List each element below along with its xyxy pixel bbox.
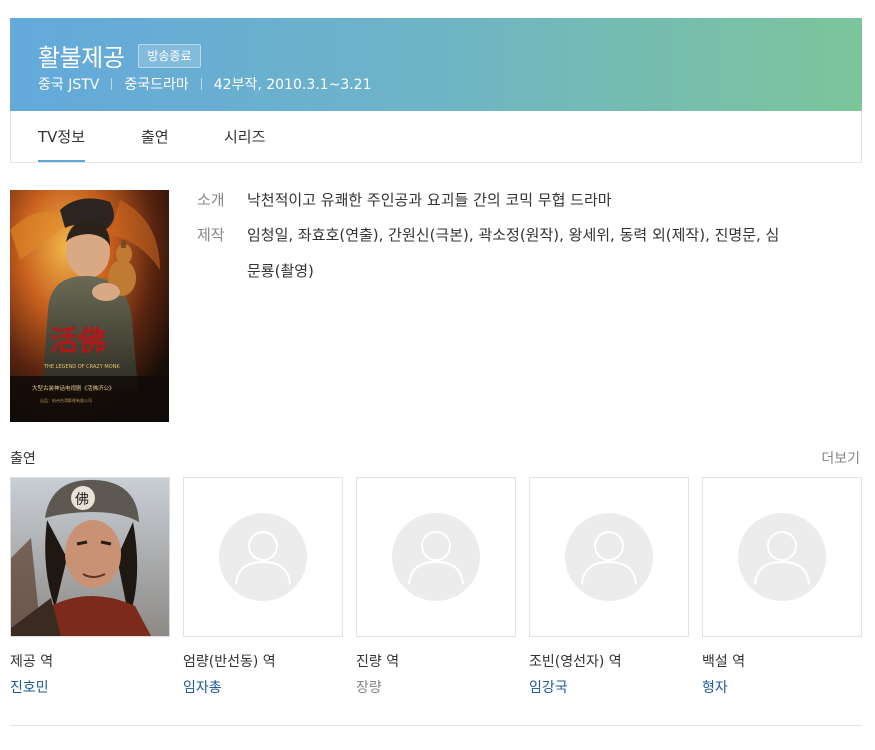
status-badge: 방송종료 xyxy=(138,43,201,68)
intro-value: 낙천적이고 유쾌한 주인공과 요괴들 간의 코믹 무협 드라마 xyxy=(247,191,612,209)
more-link[interactable]: 더보기 xyxy=(821,448,860,468)
genre-text: 중국드라마 xyxy=(124,77,189,93)
svg-text:出品：杭州台湾影视有限公司: 出品：杭州台湾影视有限公司 xyxy=(40,397,92,403)
cast-role: 엄량(반선동) 역 xyxy=(183,654,276,670)
actor-photo-placeholder[interactable] xyxy=(529,477,689,637)
cast-card[interactable]: 조빈(영선자) 역 임강국 xyxy=(529,477,689,697)
actor-photo-placeholder[interactable] xyxy=(702,477,862,637)
cast-role: 백설 역 xyxy=(702,654,746,670)
cast-card[interactable]: 엄량(반선동) 역 임자총 xyxy=(183,477,343,697)
default-profile-icon xyxy=(392,513,480,601)
tab-series[interactable]: 시리즈 xyxy=(224,111,265,162)
cast-role: 제공 역 xyxy=(10,654,54,670)
channel-text: 중국 JSTV xyxy=(38,77,100,93)
divider xyxy=(200,78,202,90)
cast-section-title: 출연 xyxy=(10,451,36,467)
svg-text:活佛: 活佛 xyxy=(50,324,106,357)
cast-role: 조빈(영선자) 역 xyxy=(529,654,622,670)
actor-name-link[interactable]: 진호민 xyxy=(10,677,170,697)
tab-tv-info[interactable]: TV정보 xyxy=(38,111,86,162)
cast-card[interactable]: 진량 역 장량 xyxy=(356,477,516,697)
actor-name-link[interactable]: 임자총 xyxy=(183,677,343,697)
actor-photo-image: 佛 xyxy=(11,478,169,636)
program-info: 소개 낙천적이고 유쾌한 주인공과 요괴들 간의 코믹 무협 드라마 제작 임청… xyxy=(197,188,797,300)
actor-photo[interactable]: 佛 xyxy=(10,477,170,637)
intro-row: 소개 낙천적이고 유쾌한 주인공과 요괴들 간의 코믹 무협 드라마 xyxy=(197,188,797,212)
production-label: 제작 xyxy=(197,226,225,244)
program-title: 활불제공 xyxy=(38,44,125,72)
program-poster[interactable]: 活佛 THE LEGEND OF CRAZY MONK 大型古装神话电视剧《活佛… xyxy=(10,190,169,422)
production-value: 임청일, 좌효호(연출), 간원신(극본), 곽소정(원작), 왕세위, 동력 … xyxy=(247,226,780,280)
section-divider xyxy=(10,725,862,726)
cast-role: 진량 역 xyxy=(356,654,400,670)
program-meta: 중국 JSTV 중국드라마 42부작, 2010.3.1~3.21 xyxy=(38,74,372,94)
actor-photo-placeholder[interactable] xyxy=(356,477,516,637)
actor-name: 장량 xyxy=(356,680,382,696)
divider xyxy=(111,78,113,90)
cast-card[interactable]: 백설 역 형자 xyxy=(702,477,862,697)
cast-section-header: 출연 더보기 xyxy=(10,448,862,468)
default-profile-icon xyxy=(738,513,826,601)
svg-text:THE LEGEND OF CRAZY MONK: THE LEGEND OF CRAZY MONK xyxy=(43,364,120,370)
program-header: 활불제공 방송종료 중국 JSTV 중국드라마 42부작, 2010.3.1~3… xyxy=(10,18,862,111)
default-profile-icon xyxy=(565,513,653,601)
production-row: 제작 임청일, 좌효호(연출), 간원신(극본), 곽소정(원작), 왕세위, … xyxy=(197,223,797,289)
title-row: 활불제공 방송종료 xyxy=(38,38,201,73)
episodes-text: 42부작, 2010.3.1~3.21 xyxy=(213,77,372,93)
svg-text:佛: 佛 xyxy=(75,492,89,508)
default-profile-icon xyxy=(219,513,307,601)
tab-bar: TV정보 출연 시리즈 xyxy=(10,111,862,163)
intro-label: 소개 xyxy=(197,191,225,209)
actor-photo-placeholder[interactable] xyxy=(183,477,343,637)
tab-cast[interactable]: 출연 xyxy=(141,111,169,162)
actor-name-link[interactable]: 형자 xyxy=(702,677,862,697)
actor-name-link[interactable]: 임강국 xyxy=(529,677,689,697)
cast-card[interactable]: 佛 제공 역 진호민 xyxy=(10,477,170,697)
svg-text:大型古装神话电视剧《活佛济公》: 大型古装神话电视剧《活佛济公》 xyxy=(32,384,115,392)
poster-image: 活佛 THE LEGEND OF CRAZY MONK 大型古装神话电视剧《活佛… xyxy=(10,190,169,422)
